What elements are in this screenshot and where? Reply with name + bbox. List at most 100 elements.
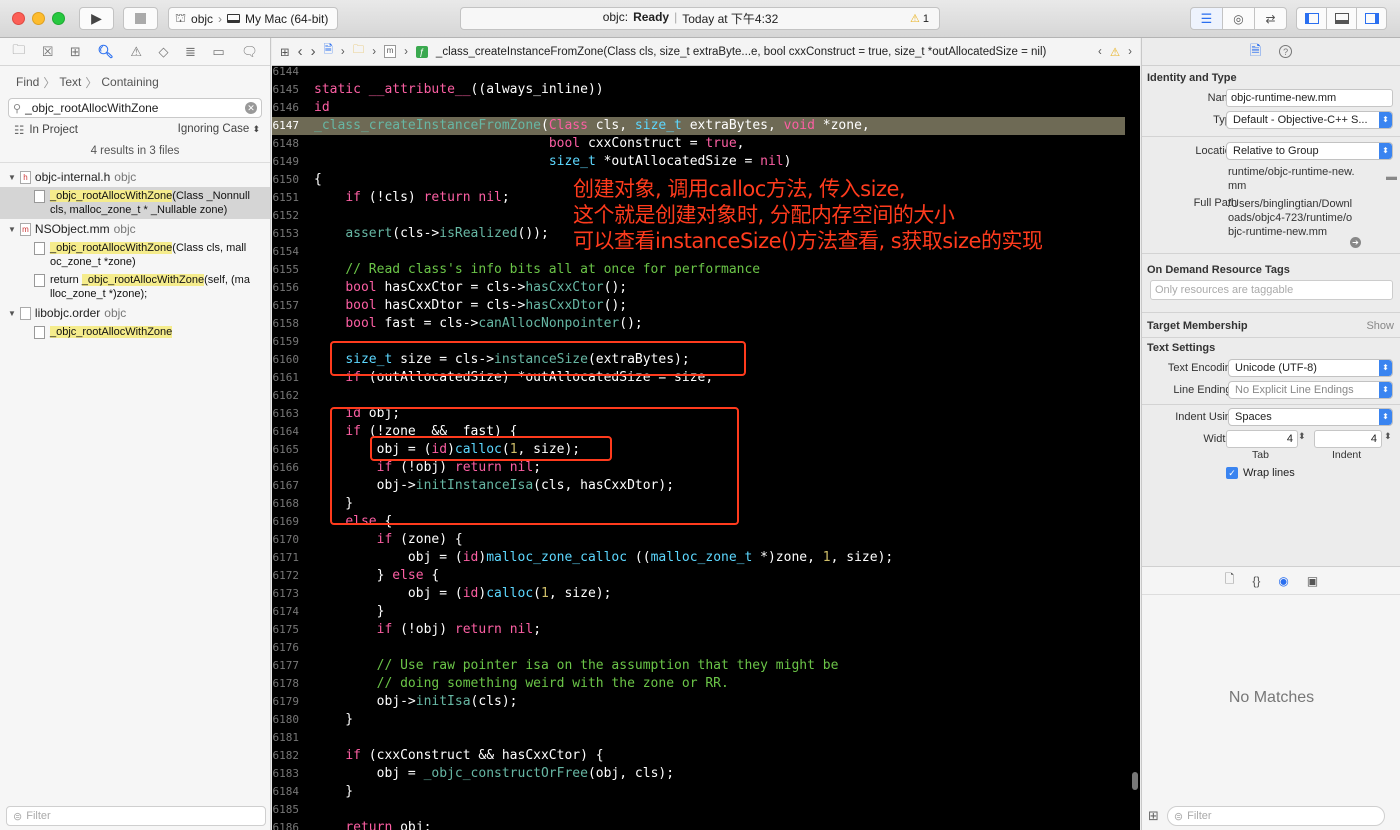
toggle-debug-area-button[interactable] [1326, 7, 1357, 30]
code-line[interactable]: 6175 if (!obj) return nil; [272, 621, 1125, 639]
code-line[interactable]: 6183 obj = _objc_constructOrFree(obj, cl… [272, 765, 1125, 783]
project-file-icon[interactable]: 🗎 [324, 42, 333, 61]
line-endings-popup[interactable]: No Explicit Line Endings ⬍ [1228, 381, 1393, 399]
object-library-icon[interactable]: ◉ [1278, 574, 1288, 588]
stop-button[interactable] [123, 7, 158, 30]
code-line[interactable]: 6170 if (zone) { [272, 531, 1125, 549]
issue-warning-icon[interactable]: ⚠ [1110, 45, 1120, 59]
grid-view-icon[interactable]: ⊞ [1148, 808, 1159, 824]
code-line[interactable]: 6162 [272, 387, 1125, 405]
find-search-field[interactable]: ⚲ _objc_rootAllocWithZone ✕ [8, 98, 262, 118]
disclosure-triangle-icon[interactable]: ▼ [8, 225, 16, 234]
issue-icon[interactable]: ⚠ [130, 44, 142, 60]
code-line[interactable]: 6174 } [272, 603, 1125, 621]
code-line[interactable]: 6155 // Read class's info bits all at on… [272, 261, 1125, 279]
result-file-row[interactable]: ▼ h objc-internal.h objc [0, 167, 270, 187]
media-library-icon[interactable]: ▣ [1307, 574, 1318, 588]
code-line[interactable]: 6171 obj = (id)malloc_zone_calloc ((mall… [272, 549, 1125, 567]
disclosure-triangle-icon[interactable]: ▼ [8, 173, 16, 182]
folder-icon[interactable]: ▬ [1386, 171, 1397, 183]
code-line[interactable]: 6186 return obj; [272, 819, 1125, 830]
tab-width-field[interactable]: 4 [1226, 430, 1298, 448]
function-signature[interactable]: _class_createInstanceFromZone(Class cls,… [436, 46, 1046, 58]
code-line[interactable]: 6157 bool hasCxxDtor = cls->hasCxxDtor()… [272, 297, 1125, 315]
code-snippet-icon[interactable]: {} [1252, 574, 1260, 588]
ondemand-tags-field[interactable]: Only resources are taggable [1150, 280, 1393, 300]
text-label[interactable]: Text [59, 75, 81, 89]
indent-width-stepper[interactable]: ⬍ [1384, 431, 1392, 442]
find-label[interactable]: Find [16, 75, 39, 89]
code-area[interactable]: 6144 6145 static __attribute__((always_inl… [272, 66, 1140, 830]
folder-icon[interactable]: 🗀 [353, 42, 365, 61]
debug-icon[interactable]: ≣ [185, 44, 196, 60]
clear-search-icon[interactable]: ✕ [245, 102, 257, 114]
quick-help-icon[interactable]: ? [1279, 45, 1293, 58]
case-selector[interactable]: Ignoring Case ⬍ [178, 123, 260, 137]
library-filter-field[interactable]: ⊜ Filter [1166, 806, 1385, 826]
forward-arrow-icon[interactable]: › [311, 43, 316, 60]
close-window-button[interactable] [12, 12, 25, 25]
code-line[interactable]: 6148 bool cxxConstruct = true, [272, 135, 1125, 153]
breakpoint-icon[interactable]: ▭ [212, 44, 224, 60]
tab-width-stepper[interactable]: ⬍ [1298, 431, 1306, 442]
scope-selector[interactable]: ☷ In Project [14, 123, 78, 137]
related-items-icon[interactable]: ⊞ [280, 45, 290, 59]
run-button[interactable]: ▶ [79, 7, 114, 30]
result-match-row[interactable]: _objc_rootAllocWithZone [0, 323, 270, 341]
standard-editor-button[interactable]: ☰ [1190, 7, 1223, 30]
disclosure-triangle-icon[interactable]: ▼ [8, 309, 16, 318]
assistant-editor-button[interactable]: ◎ [1222, 7, 1255, 30]
toggle-inspector-button[interactable] [1356, 7, 1387, 30]
find-search-value[interactable]: _objc_rootAllocWithZone [25, 101, 241, 115]
code-line[interactable]: 6184 } [272, 783, 1125, 801]
result-file-row[interactable]: ▼ m NSObject.mm objc [0, 219, 270, 239]
result-match-row[interactable]: return _objc_rootAllocWithZone(self, (ma… [0, 271, 270, 303]
code-line[interactable]: 6173 obj = (id)calloc(1, size); [272, 585, 1125, 603]
code-line[interactable]: 6180 } [272, 711, 1125, 729]
toggle-navigator-button[interactable] [1296, 7, 1327, 30]
indent-width-field[interactable]: 4 [1314, 430, 1382, 448]
search-icon[interactable]: 🔍︎ [97, 44, 114, 60]
navigator-filter-field[interactable]: ⊜ Filter [6, 806, 266, 826]
code-line[interactable]: 6149 size_t *outAllocatedSize = nil) [272, 153, 1125, 171]
encoding-popup[interactable]: Unicode (UTF-8) ⬍ [1228, 359, 1393, 377]
folder-icon[interactable]: 🗀 [12, 41, 25, 63]
scheme-selector[interactable]: ⛫ objc › My Mac (64-bit) [168, 7, 338, 30]
wrap-lines-checkbox[interactable]: ✓ [1226, 467, 1238, 479]
reveal-arrow-icon[interactable]: ➔ [1350, 237, 1361, 248]
minimize-window-button[interactable] [32, 12, 45, 25]
zoom-window-button[interactable] [52, 12, 65, 25]
code-line[interactable]: 6147 _class_createInstanceFromZone(Class … [272, 117, 1125, 135]
code-line[interactable]: 6185 [272, 801, 1125, 819]
version-editor-button[interactable]: ⇄ [1254, 7, 1287, 30]
code-line[interactable]: 6144 [272, 66, 1125, 81]
type-popup[interactable]: Default - Objective-C++ S... ⬍ [1226, 111, 1393, 129]
find-mode-breadcrumb[interactable]: Find 〉 Text 〉 Containing [0, 70, 270, 94]
code-line[interactable]: 6182 if (cxxConstruct && hasCxxCtor) { [272, 747, 1125, 765]
target-show-button[interactable]: Show [1366, 320, 1394, 332]
source-control-icon[interactable]: ☒ [42, 44, 54, 60]
code-line[interactable]: 6176 [272, 639, 1125, 657]
source-file-icon[interactable]: m [384, 45, 397, 58]
result-match-row[interactable]: _objc_rootAllocWithZone(Class _Nonnull cl… [0, 187, 270, 219]
test-icon[interactable]: ◇ [159, 44, 169, 60]
report-icon[interactable]: 🗨︎ [241, 44, 258, 60]
code-line[interactable]: 6156 bool hasCxxCtor = cls->hasCxxCtor()… [272, 279, 1125, 297]
code-line[interactable]: 6179 obj->initIsa(cls); [272, 693, 1125, 711]
indent-popup[interactable]: Spaces ⬍ [1228, 408, 1393, 426]
code-line[interactable]: 6146 id [272, 99, 1125, 117]
file-template-icon[interactable]: 🗋 [1225, 570, 1235, 591]
location-popup[interactable]: Relative to Group ⬍ [1226, 142, 1393, 160]
warning-indicator[interactable]: ⚠ 1 [910, 12, 929, 26]
result-file-row[interactable]: ▼ libobjc.order objc [0, 303, 270, 323]
result-match-row[interactable]: _objc_rootAllocWithZone(Class cls, mall o… [0, 239, 270, 271]
containing-label[interactable]: Containing [101, 75, 158, 89]
back-arrow-icon[interactable]: ‹ [298, 43, 303, 60]
code-line[interactable]: 6158 bool fast = cls->canAllocNonpointer… [272, 315, 1125, 333]
editor-scrollbar[interactable] [1132, 772, 1138, 790]
code-line[interactable]: 6145 static __attribute__((always_inline)… [272, 81, 1125, 99]
symbol-icon[interactable]: ⊞ [70, 44, 81, 60]
code-line[interactable]: 6178 // doing something weird with the z… [272, 675, 1125, 693]
file-inspector-icon[interactable]: 🗎 [1250, 40, 1261, 64]
prev-issue-icon[interactable]: ‹ [1098, 46, 1102, 58]
